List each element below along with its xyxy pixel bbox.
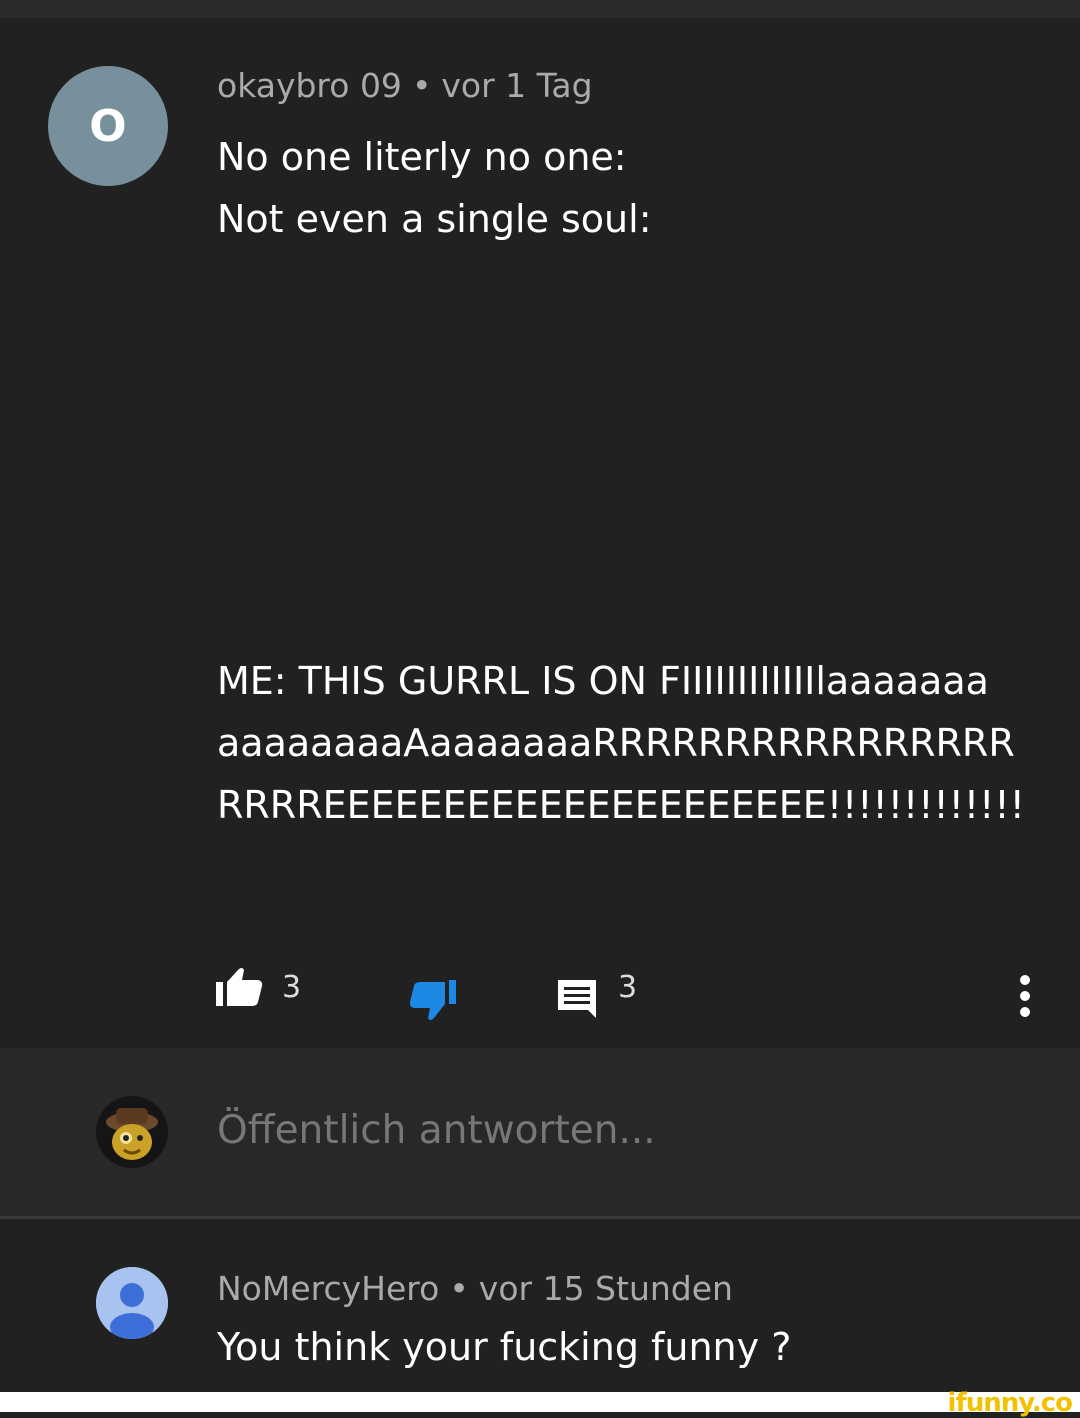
cartoon-avatar-icon <box>96 1096 168 1168</box>
default-user-icon <box>96 1267 168 1339</box>
meta-separator: • <box>449 1269 469 1308</box>
current-user-avatar <box>96 1096 168 1168</box>
comment-line: aaaaaaaaAaaaaaaaRRRRRRRRRRRRRRRR <box>217 721 1015 765</box>
reply-avatar[interactable] <box>96 1267 168 1339</box>
comment-actions: 3 3 <box>0 950 1080 1030</box>
top-bar <box>0 0 1080 18</box>
reply-count: 3 <box>618 970 638 1005</box>
thumbs-up-icon[interactable] <box>216 966 264 1008</box>
reply-meta: NoMercyHero • vor 15 Stunden <box>217 1269 733 1308</box>
reply-input-row: Öffentlich antworten... <box>0 1048 1080 1216</box>
reply-text: You think your fucking funny ? <box>217 1325 792 1369</box>
watermark-logo: ifunny.co <box>947 1388 1073 1418</box>
bottom-strip <box>0 1392 1080 1412</box>
comment-line: No one literly no one: <box>217 135 627 179</box>
avatar[interactable]: O <box>48 66 168 186</box>
comment-line: Not even a single soul: <box>217 197 652 241</box>
comment-author[interactable]: okaybro 09 <box>217 66 402 105</box>
comment-time: vor 1 Tag <box>441 66 593 105</box>
comment-body: No one literly no one: Not even a single… <box>217 126 1037 836</box>
comment-icon[interactable] <box>556 978 598 1020</box>
thumbs-down-icon[interactable] <box>410 980 456 1022</box>
comment: O okaybro 09 • vor 1 Tag No one literly no… <box>0 18 1080 1048</box>
like-count: 3 <box>282 970 302 1005</box>
more-vertical-icon[interactable] <box>1018 974 1032 1018</box>
comment-meta: okaybro 09 • vor 1 Tag <box>217 66 593 105</box>
avatar-letter: O <box>89 100 127 152</box>
reply-comment: NoMercyHero • vor 15 Stunden You think you… <box>0 1219 1080 1392</box>
reply-input[interactable]: Öffentlich antworten... <box>217 1108 656 1153</box>
comment-blank-space <box>217 250 1037 650</box>
comment-line: ME: THIS GURRL IS ON FIIIIIIIIIIIIlaaaaa… <box>217 659 989 703</box>
reply-author[interactable]: NoMercyHero <box>217 1269 439 1308</box>
comment-line: RRRREEEEEEEEEEEEEEEEEEEEE!!!!!!!!!!!!! <box>217 783 1025 827</box>
reply-time: vor 15 Stunden <box>478 1269 733 1308</box>
meta-separator: • <box>411 66 432 105</box>
